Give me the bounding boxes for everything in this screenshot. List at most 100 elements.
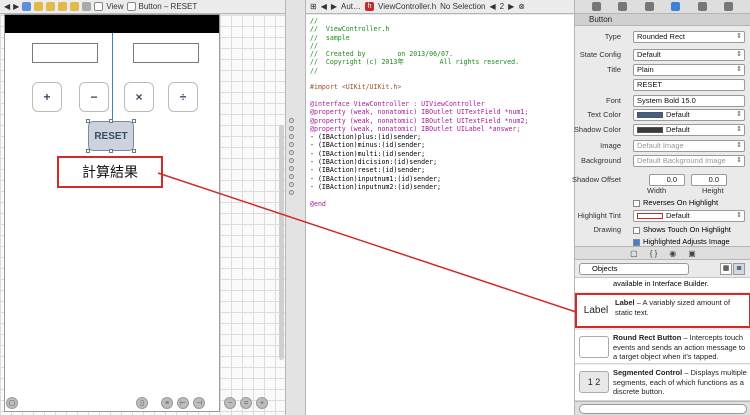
plus-button[interactable]: + [32, 82, 62, 112]
back-arrow-icon[interactable]: ◀ [321, 2, 327, 11]
type-popup[interactable]: Rounded Rect [633, 31, 745, 43]
checkbox[interactable] [633, 226, 640, 234]
folder-icon[interactable] [34, 2, 44, 11]
text-color-popup[interactable]: Default [633, 109, 745, 121]
ib-canvas[interactable]: + − × ÷ RESET 計算結果 ▢ ▯ ≡ ⊢ ⊣ − = + [0, 14, 285, 415]
code-snippet-icon[interactable]: { } [650, 249, 658, 258]
code-line[interactable]: // [310, 42, 570, 50]
minus-button[interactable]: − [79, 82, 109, 112]
num1-text-field[interactable] [32, 43, 98, 63]
code-line[interactable]: // sample [310, 34, 570, 42]
code-line[interactable]: - (IBAction)inputnum2:(id)sender; [310, 183, 570, 191]
back-arrow-icon[interactable]: ◀ [4, 2, 10, 11]
folder-icon-2[interactable] [46, 2, 56, 11]
action-connection-icon[interactable] [289, 150, 294, 155]
code-line[interactable]: #import <UIKit/UIKit.h> [310, 83, 570, 91]
title-text-field[interactable]: RESET [633, 79, 745, 91]
code-line[interactable] [310, 92, 570, 100]
storyboard-icon[interactable] [70, 2, 80, 11]
shows-touch-checkbox[interactable]: Shows Touch On Highlight [633, 225, 731, 234]
library-item-segmented-control[interactable]: 1 2 Segmented Control – Displays multipl… [575, 365, 750, 401]
outlet-connection-icon[interactable] [289, 118, 294, 123]
reverses-checkbox[interactable]: Reverses On Highlight [633, 198, 718, 207]
file-inspector-icon[interactable] [591, 2, 601, 11]
library-search-input[interactable] [579, 404, 747, 414]
resize-handle[interactable] [109, 149, 113, 153]
resize-handle[interactable] [132, 149, 136, 153]
size-inspector-icon[interactable] [697, 2, 707, 11]
attributes-inspector-icon[interactable] [671, 2, 681, 11]
title-kind-popup[interactable]: Plain [633, 64, 745, 76]
code-line[interactable]: - (IBAction)dicision:(id)sender; [310, 158, 570, 166]
outlet-connection-icon[interactable] [289, 134, 294, 139]
forward-arrow-icon[interactable]: ▶ [331, 2, 337, 11]
iphone-view[interactable]: + − × ÷ RESET 計算結果 [4, 14, 220, 412]
code-editor[interactable]: //// ViewController.h// sample//// Creat… [306, 15, 574, 415]
crumb-symbol[interactable]: No Selection [440, 2, 485, 11]
action-connection-icon[interactable] [289, 174, 294, 179]
code-line[interactable]: @end [310, 200, 570, 208]
forward-arrow-icon[interactable]: ▶ [13, 2, 19, 11]
resize-handle[interactable] [86, 149, 90, 153]
divide-button[interactable]: ÷ [168, 82, 198, 112]
file-template-icon[interactable]: ▢ [630, 249, 638, 258]
form-factor-icon[interactable]: ▯ [136, 397, 148, 409]
project-icon[interactable] [22, 2, 32, 11]
code-line[interactable]: @interface ViewController : UIViewContro… [310, 100, 570, 108]
pin-icon[interactable]: ⊢ [177, 397, 189, 409]
canvas-scrollbar[interactable] [279, 125, 284, 360]
action-connection-icon[interactable] [289, 166, 294, 171]
code-line[interactable]: - (IBAction)plus:(id)sender; [310, 133, 570, 141]
crumb-view[interactable]: View [106, 2, 123, 11]
resize-handle[interactable] [86, 119, 90, 123]
multiply-button[interactable]: × [124, 82, 154, 112]
action-connection-icon[interactable] [289, 190, 294, 195]
close-editor-icon[interactable]: ⊗ [518, 2, 525, 11]
shadow-color-popup[interactable]: Default [633, 124, 745, 136]
media-library-icon[interactable]: ▣ [688, 249, 696, 258]
connections-inspector-icon[interactable] [724, 2, 734, 11]
checkbox[interactable] [633, 199, 640, 207]
reset-button[interactable]: RESET [86, 119, 136, 153]
zoom-in-icon[interactable]: + [256, 397, 268, 409]
num2-text-field[interactable] [133, 43, 199, 63]
adjusts-image-checkbox[interactable]: Highlighted Adjusts Image [633, 237, 730, 246]
zoom-reset-icon[interactable]: = [240, 397, 252, 409]
code-line[interactable]: - (IBAction)minus:(id)sender; [310, 141, 570, 149]
crumb-button[interactable]: Button – RESET [139, 2, 198, 11]
align-icon[interactable]: ≡ [161, 397, 173, 409]
image-field[interactable]: Default Image [633, 140, 745, 152]
action-connection-icon[interactable] [289, 182, 294, 187]
crumb-file[interactable]: ViewController.h [378, 2, 436, 11]
library-item-label[interactable]: Label Label – A variably sized amount of… [575, 293, 750, 328]
action-connection-icon[interactable] [289, 142, 294, 147]
code-line[interactable]: @property (weak, nonatomic) IBOutlet UIT… [310, 108, 570, 116]
folder-icon-3[interactable] [58, 2, 68, 11]
grid-view-icon[interactable]: ▦ [720, 263, 732, 275]
code-line[interactable]: // ViewController.h [310, 25, 570, 33]
checkbox[interactable] [633, 238, 640, 246]
resize-handle[interactable] [109, 119, 113, 123]
view-controller-icon[interactable] [82, 2, 92, 11]
quick-help-icon[interactable] [618, 2, 628, 11]
zoom-out-icon[interactable]: − [224, 397, 236, 409]
identity-inspector-icon[interactable] [644, 2, 654, 11]
object-library-icon[interactable]: ◉ [669, 249, 676, 258]
code-line[interactable] [310, 75, 570, 83]
answer-label[interactable]: 計算結果 [57, 156, 163, 188]
prev-counterpart-icon[interactable]: ◀ [490, 2, 496, 11]
font-field[interactable]: System Bold 15.0 [633, 95, 745, 107]
code-line[interactable]: // Copyright (c) 2013年 All rights reserv… [310, 58, 570, 66]
library-item-round-rect-button[interactable]: Round Rect Button – Intercepts touch eve… [575, 330, 750, 364]
code-line[interactable]: @property (weak, nonatomic) IBOutlet UIT… [310, 117, 570, 125]
background-field[interactable]: Default Background Image [633, 155, 745, 167]
objects-popup[interactable]: Objects [579, 263, 689, 275]
code-line[interactable]: @property (weak, nonatomic) IBOutlet UIL… [310, 125, 570, 133]
outlet-connection-icon[interactable] [289, 126, 294, 131]
code-line[interactable]: // [310, 17, 570, 25]
crumb-project[interactable]: Aut… [341, 2, 361, 11]
code-line[interactable] [310, 191, 570, 199]
highlight-tint-popup[interactable]: Default [633, 210, 745, 222]
code-line[interactable]: // [310, 67, 570, 75]
code-line[interactable]: - (IBAction)multi:(id)sender; [310, 150, 570, 158]
